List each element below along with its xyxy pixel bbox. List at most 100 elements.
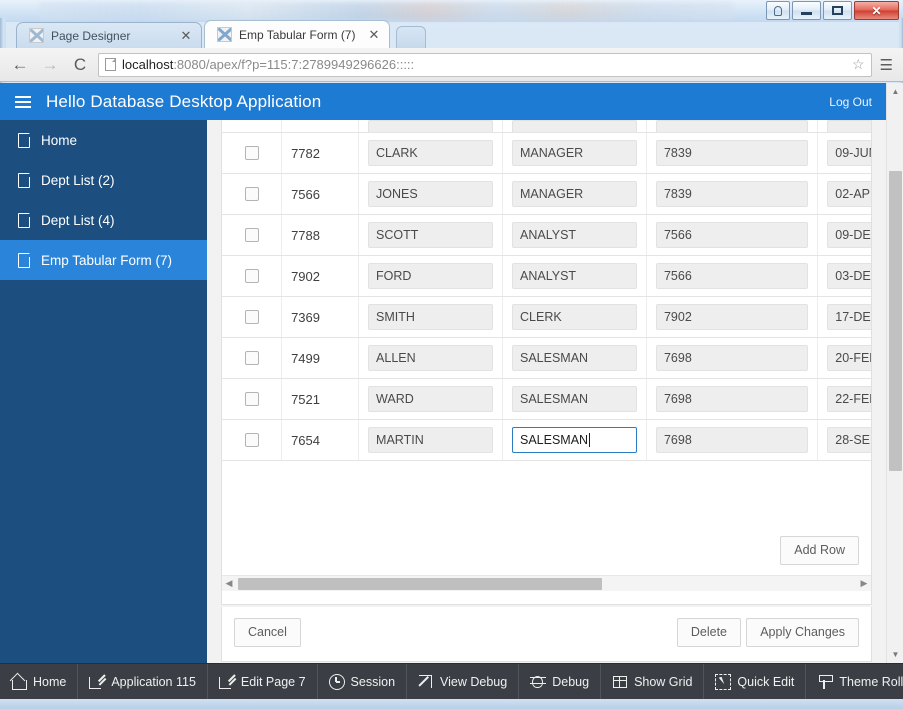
- app-header: Hello Database Desktop Application Log O…: [0, 83, 886, 120]
- row-select-checkbox[interactable]: [244, 432, 259, 447]
- devbar-item-theme-roller[interactable]: Theme Roller: [806, 664, 903, 700]
- grid-scroll-container[interactable]: 7782 CLARK MANAGER 7839 09-JUN-81 7566 J…: [222, 120, 871, 530]
- row-select-checkbox[interactable]: [244, 309, 259, 324]
- input-job[interactable]: MANAGER: [512, 140, 637, 166]
- apex-favicon: [29, 28, 44, 43]
- scroll-right-arrow-icon[interactable]: ▶: [857, 578, 871, 589]
- nav-toggle-button[interactable]: [0, 83, 46, 120]
- row-select-checkbox[interactable]: [244, 350, 259, 365]
- devbar-item-home[interactable]: Home: [0, 663, 79, 700]
- input-hiredate[interactable]: 22-FEB-81: [827, 386, 871, 412]
- table-row: 7782 CLARK MANAGER 7839 09-JUN-81: [222, 132, 871, 174]
- scroll-up-arrow-icon[interactable]: ▲: [887, 83, 903, 100]
- tab-close-icon[interactable]: ✕: [367, 28, 381, 41]
- tab-close-icon[interactable]: ✕: [179, 29, 193, 42]
- scrollbar-thumb[interactable]: [238, 577, 602, 590]
- input-ename[interactable]: FORD: [368, 263, 493, 289]
- devbar-item-quick-edit[interactable]: Quick Edit: [704, 663, 807, 700]
- browser-tabstrip: Page Designer ✕ Emp Tabular Form (7) ✕: [0, 18, 903, 48]
- input-job[interactable]: SALESMAN: [512, 386, 637, 412]
- edit-pencil-icon: [89, 674, 105, 690]
- input-ename[interactable]: ALLEN: [368, 345, 493, 371]
- row-select-checkbox[interactable]: [244, 268, 259, 283]
- input-mgr[interactable]: 7839: [655, 140, 809, 166]
- devbar-item-session[interactable]: Session: [318, 663, 408, 700]
- tab-title: Emp Tabular Form (7): [239, 27, 356, 42]
- url-host: localhost: [122, 57, 174, 72]
- hamburger-menu-icon: ☰: [879, 56, 893, 74]
- grid-icon: [612, 674, 628, 690]
- input-job[interactable]: CLERK: [512, 304, 637, 330]
- cell-empno: 7499: [281, 337, 360, 379]
- scroll-left-arrow-icon[interactable]: ◀: [222, 578, 236, 589]
- scrollbar-track[interactable]: [236, 577, 857, 591]
- address-bar[interactable]: localhost:8080/apex/f?p=115:7:2789949296…: [98, 52, 872, 77]
- sidebar-item-label: Emp Tabular Form (7): [41, 252, 173, 268]
- delete-button[interactable]: Delete: [676, 618, 741, 647]
- input-ename[interactable]: CLARK: [368, 140, 493, 166]
- table-row: 7654 MARTIN SALESMAN 7698 28-SEP-81: [222, 419, 871, 461]
- logout-link[interactable]: Log Out: [829, 95, 886, 109]
- input-ename[interactable]: WARD: [368, 386, 493, 412]
- input-job-value: SALESMAN: [520, 433, 589, 447]
- input-mgr[interactable]: 7698: [655, 386, 809, 412]
- sidebar-item-home[interactable]: Home: [0, 120, 207, 160]
- forward-button[interactable]: →: [38, 53, 62, 77]
- sidebar-item-dept-list-4[interactable]: Dept List (4): [0, 200, 207, 240]
- browser-tab-page-designer[interactable]: Page Designer ✕: [16, 22, 202, 48]
- row-select-checkbox[interactable]: [244, 145, 259, 160]
- table-row: 7369 SMITH CLERK 7902 17-DEC-80: [222, 296, 871, 338]
- input-mgr[interactable]: 7698: [655, 427, 809, 453]
- input-hiredate[interactable]: 20-FEB-81: [827, 345, 871, 371]
- devbar-item-application[interactable]: Application 115: [78, 663, 208, 700]
- browser-tab-emp-tabular-form[interactable]: Emp Tabular Form (7) ✕: [204, 20, 390, 48]
- apply-changes-button[interactable]: Apply Changes: [746, 618, 859, 647]
- row-select-checkbox[interactable]: [244, 186, 259, 201]
- input-ename[interactable]: JONES: [368, 181, 493, 207]
- input-hiredate[interactable]: 28-SEP-81: [827, 427, 871, 453]
- input-mgr[interactable]: 7839: [655, 181, 809, 207]
- input-hiredate[interactable]: 02-APR-81: [827, 181, 871, 207]
- devbar-item-show-grid[interactable]: Show Grid: [601, 663, 705, 700]
- browser-menu-button[interactable]: ☰: [878, 56, 895, 74]
- cancel-button[interactable]: Cancel: [234, 618, 301, 647]
- input-job[interactable]: SALESMAN: [512, 345, 637, 371]
- sidebar-item-dept-list-2[interactable]: Dept List (2): [0, 160, 207, 200]
- input-job[interactable]: ANALYST: [512, 222, 637, 248]
- devbar-item-edit-page[interactable]: Edit Page 7: [208, 663, 318, 700]
- row-select-checkbox[interactable]: [244, 391, 259, 406]
- devbar-item-debug[interactable]: Debug: [519, 663, 602, 700]
- devbar-item-view-debug[interactable]: View Debug: [407, 663, 520, 700]
- reload-button[interactable]: C: [68, 53, 92, 77]
- add-row-button[interactable]: Add Row: [780, 536, 859, 565]
- content-area: 7782 CLARK MANAGER 7839 09-JUN-81 7566 J…: [207, 120, 886, 663]
- input-hiredate[interactable]: 17-DEC-80: [827, 304, 871, 330]
- cell-empno: 7521: [281, 378, 360, 420]
- cursor-select-icon: [715, 673, 732, 690]
- new-tab-button[interactable]: [396, 26, 426, 48]
- document-icon: [18, 211, 31, 228]
- back-button[interactable]: ←: [8, 53, 32, 77]
- input-job[interactable]: MANAGER: [512, 181, 637, 207]
- input-hiredate[interactable]: 03-DEC-81: [827, 263, 871, 289]
- input-hiredate[interactable]: 09-JUN-81: [827, 140, 871, 166]
- tabular-form-region: 7782 CLARK MANAGER 7839 09-JUN-81 7566 J…: [221, 120, 872, 605]
- grid-horizontal-scrollbar[interactable]: ◀ ▶: [222, 575, 871, 591]
- input-hiredate[interactable]: 09-DEC-82: [827, 222, 871, 248]
- tab-title: Page Designer: [51, 28, 131, 43]
- input-job-focused[interactable]: SALESMAN: [512, 427, 637, 453]
- input-ename[interactable]: MARTIN: [368, 427, 493, 453]
- scrollbar-thumb[interactable]: [889, 171, 902, 471]
- input-mgr[interactable]: 7902: [655, 304, 809, 330]
- row-select-checkbox[interactable]: [244, 227, 259, 242]
- input-mgr[interactable]: 7566: [655, 222, 809, 248]
- input-mgr[interactable]: 7698: [655, 345, 809, 371]
- sidebar-item-emp-tabular-form[interactable]: Emp Tabular Form (7): [0, 240, 207, 280]
- input-ename[interactable]: SMITH: [368, 304, 493, 330]
- scroll-down-arrow-icon[interactable]: ▼: [887, 646, 903, 663]
- input-job[interactable]: ANALYST: [512, 263, 637, 289]
- page-vertical-scrollbar[interactable]: ▲ ▼: [886, 83, 903, 663]
- input-mgr[interactable]: 7566: [655, 263, 809, 289]
- bookmark-star-icon[interactable]: ☆: [852, 56, 865, 73]
- input-ename[interactable]: SCOTT: [368, 222, 493, 248]
